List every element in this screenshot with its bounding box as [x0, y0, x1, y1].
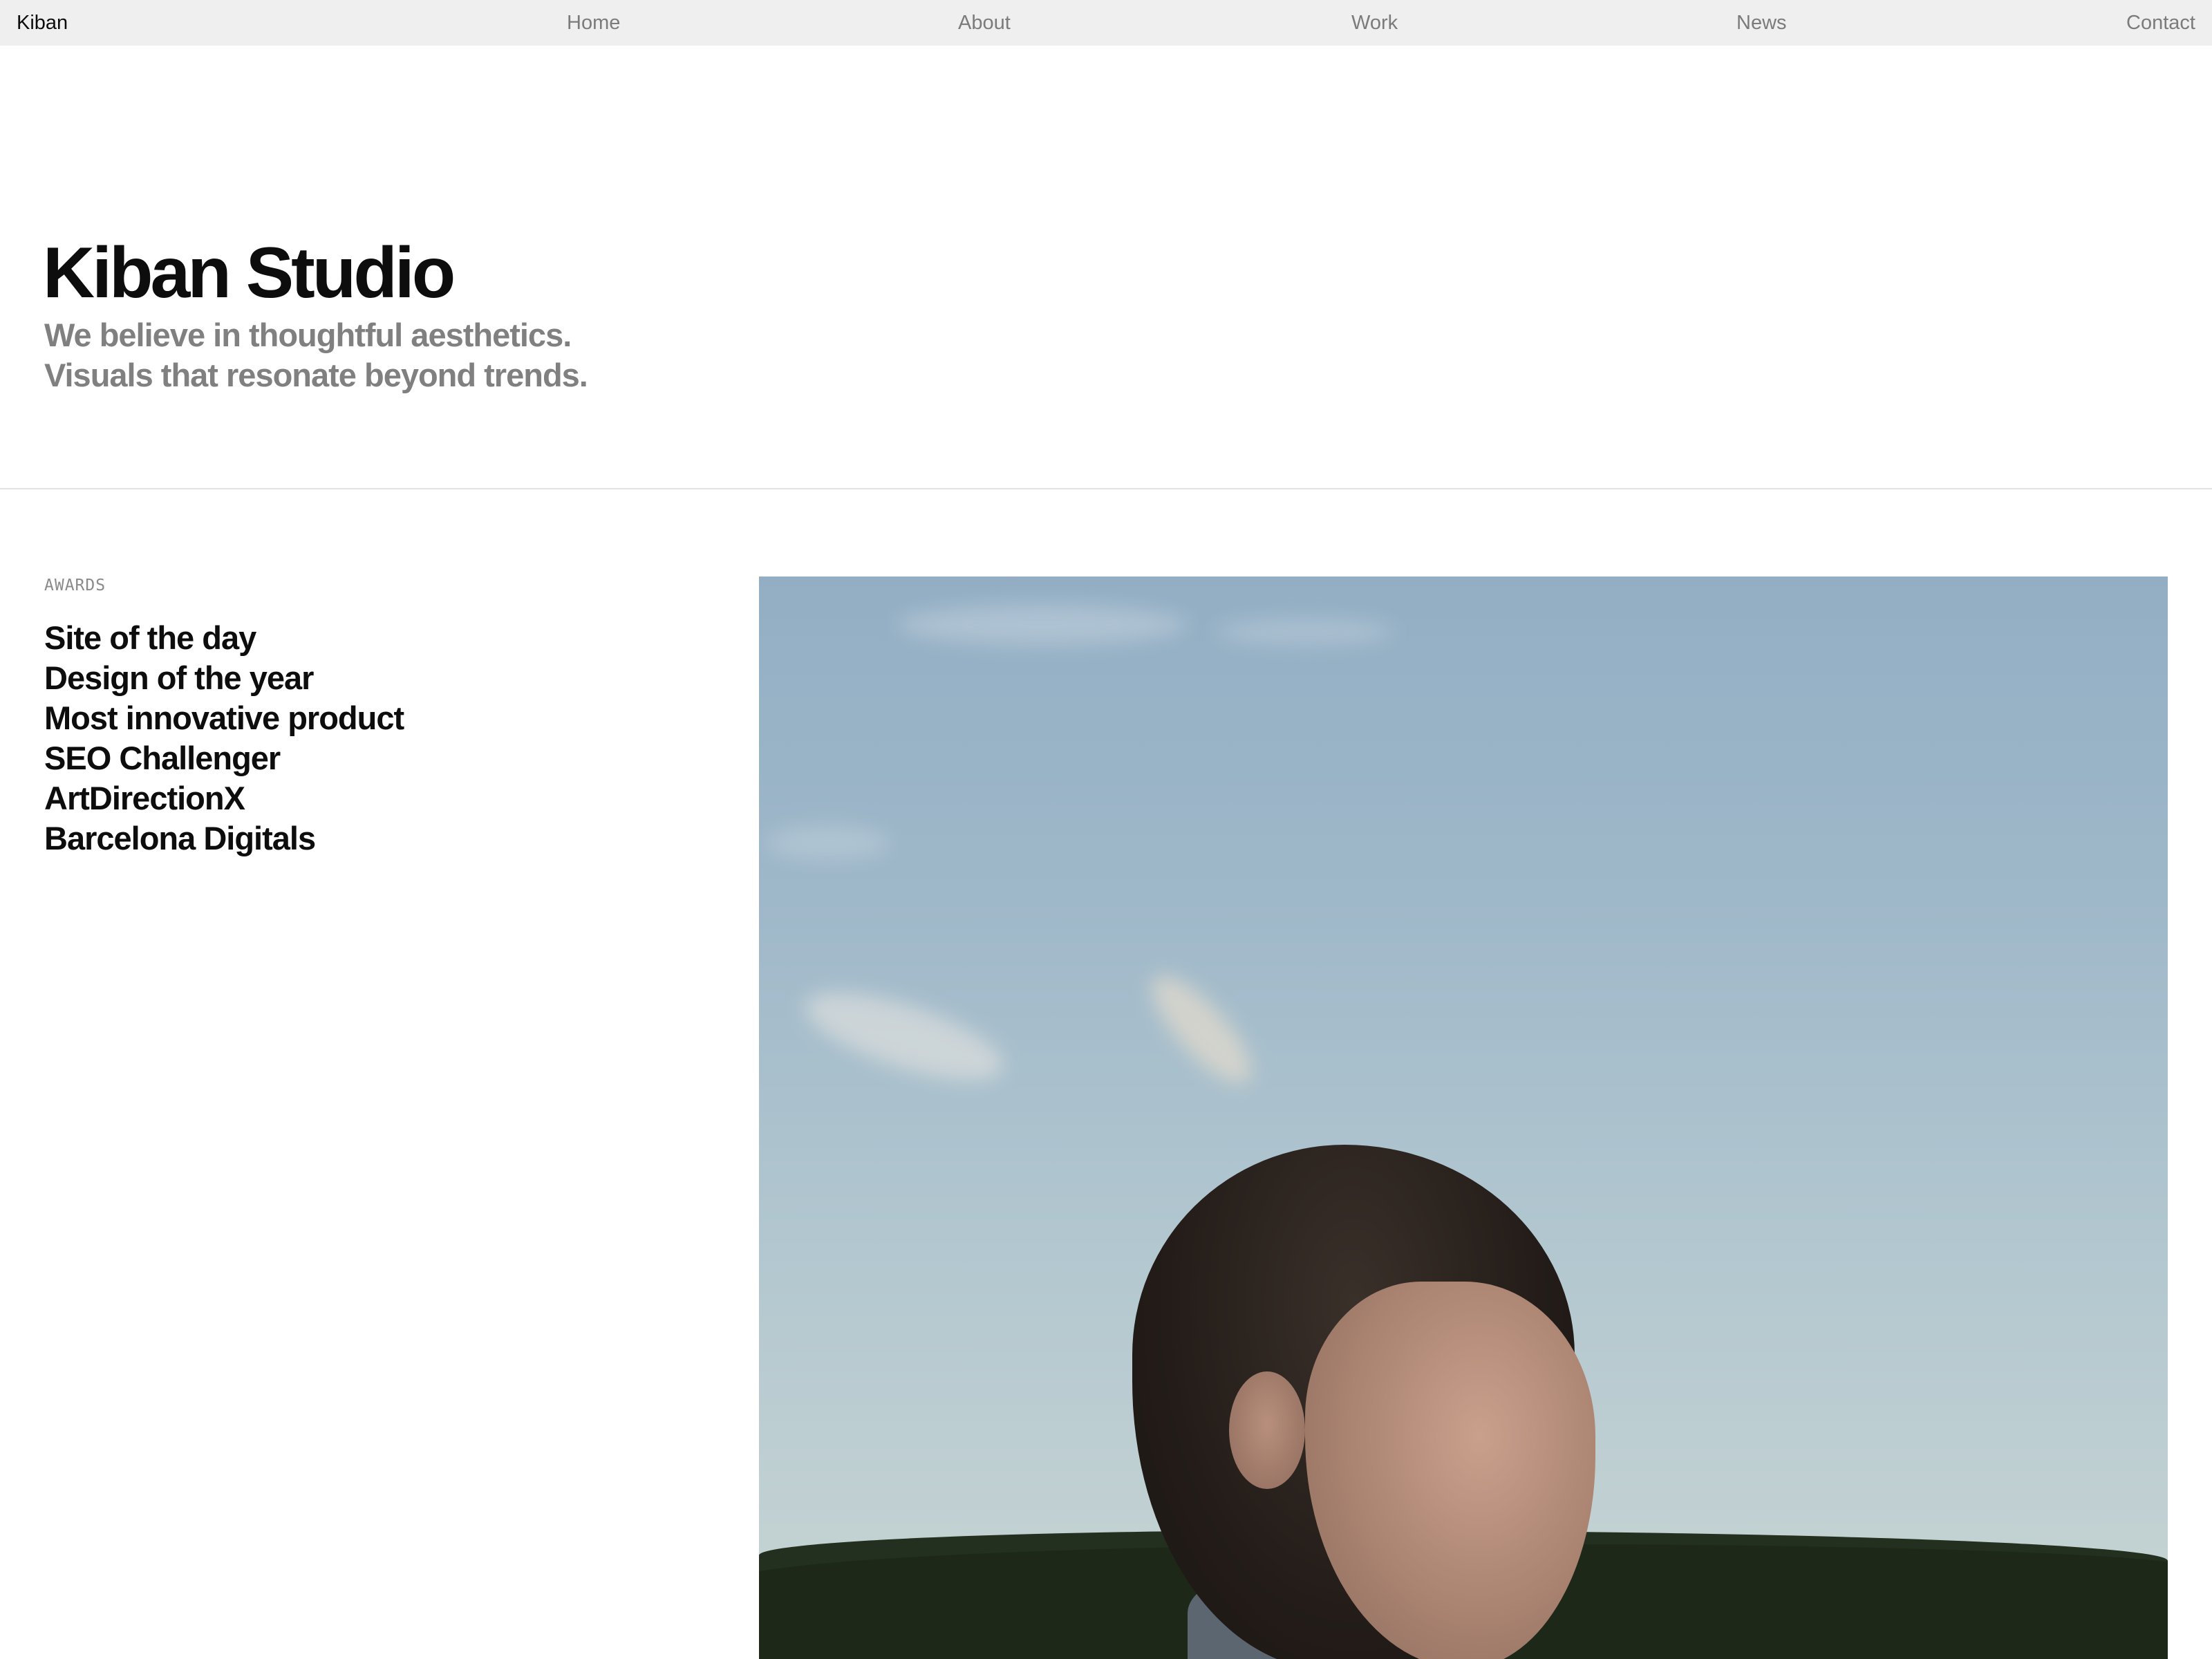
photo-cloud	[796, 974, 1013, 1098]
photo-cloud	[897, 604, 1188, 646]
award-item: Most innovative product	[44, 700, 404, 736]
hero-subtitle-line: We believe in thoughtful aesthetics.	[44, 317, 572, 353]
nav-link-news[interactable]: News	[1736, 0, 1787, 46]
nav-link-home[interactable]: Home	[567, 0, 620, 46]
nav-link-work[interactable]: Work	[1351, 0, 1398, 46]
award-item: SEO Challenger	[44, 740, 281, 776]
hero-subtitle: We believe in thoughtful aesthetics. Vis…	[44, 315, 588, 395]
photo-cloud	[1215, 618, 1395, 646]
section-divider	[0, 488, 2212, 489]
top-navigation: Kiban Home About Work News Contact	[0, 0, 2212, 46]
photo-figure-ear	[1229, 1371, 1305, 1489]
award-item: Barcelona Digitals	[44, 820, 316, 856]
nav-link-about[interactable]: About	[958, 0, 1011, 46]
awards-list: Site of the day Design of the year Most …	[44, 618, 404, 859]
award-item: Site of the day	[44, 619, 256, 656]
awards-section-label: AWARDS	[44, 577, 106, 594]
page-title: Kiban Studio	[43, 233, 456, 313]
nav-link-contact[interactable]: Contact	[2126, 0, 2195, 46]
photo-cloud	[766, 825, 890, 860]
award-item: ArtDirectionX	[44, 780, 245, 816]
award-item: Design of the year	[44, 659, 314, 696]
hero-subtitle-line: Visuals that resonate beyond trends.	[44, 357, 588, 393]
hero-photo	[759, 577, 2168, 1659]
brand-logo-link[interactable]: Kiban	[17, 0, 68, 46]
photo-cloud	[1137, 962, 1266, 1097]
